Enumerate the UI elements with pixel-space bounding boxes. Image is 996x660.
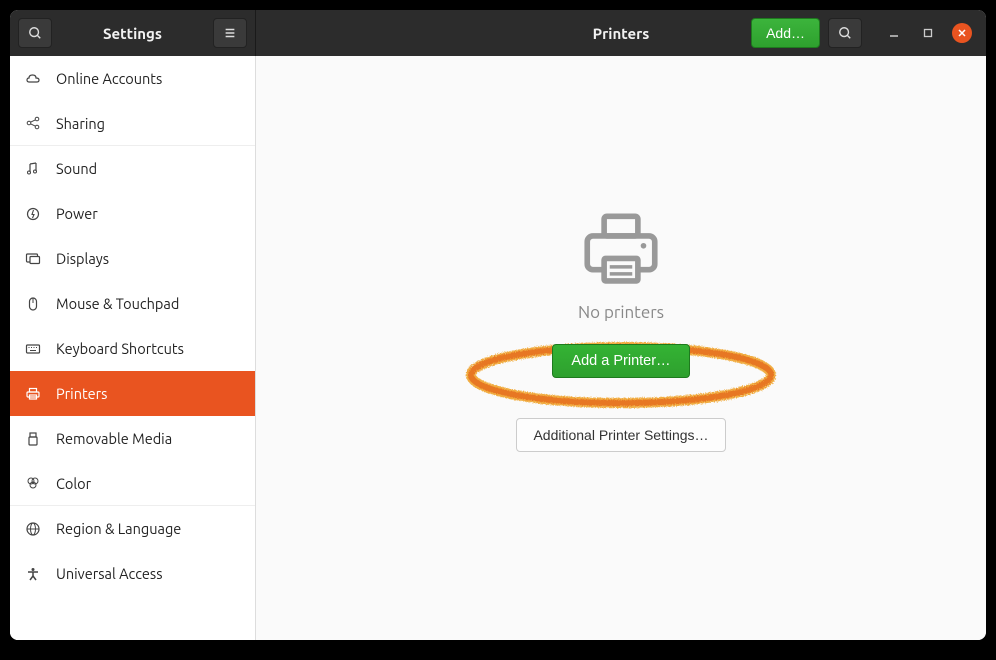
sidebar-item-color[interactable]: Color [10,461,255,506]
sidebar-item-label: Sharing [56,115,105,132]
sidebar-item-power[interactable]: Power [10,191,255,236]
empty-state: No printers Add a Printer… Additional Pr… [516,205,725,452]
sidebar-item-label: Sound [56,160,97,177]
printer-icon [24,385,42,403]
sidebar-item-label: Removable Media [56,430,172,447]
sidebar-item-label: Power [56,205,98,222]
hamburger-menu-button[interactable] [213,18,247,48]
window-body: Online Accounts Sharing Sound Power Disp… [10,56,986,640]
additional-settings-label: Additional Printer Settings… [533,427,708,443]
add-printer-button[interactable]: Add a Printer… [552,344,689,378]
cloud-icon [24,70,42,88]
sidebar-search-button[interactable] [18,18,52,48]
minimize-icon [889,28,899,38]
settings-window: Settings Printers Add… [10,10,986,640]
sidebar-item-online-accounts[interactable]: Online Accounts [10,56,255,101]
sidebar-item-sharing[interactable]: Sharing [10,101,255,146]
minimize-button[interactable] [884,23,904,43]
titlebar: Settings Printers Add… [10,10,986,56]
sidebar-item-keyboard[interactable]: Keyboard Shortcuts [10,326,255,371]
accessibility-icon [24,565,42,583]
sidebar-item-displays[interactable]: Displays [10,236,255,281]
sidebar-item-label: Displays [56,250,109,267]
search-icon [28,26,42,40]
sidebar-item-label: Universal Access [56,565,163,582]
sidebar-item-universal-access[interactable]: Universal Access [10,551,255,596]
usb-icon [24,430,42,448]
titlebar-left: Settings [10,10,256,56]
header-search-button[interactable] [828,18,862,48]
sidebar-item-label: Region & Language [56,520,181,537]
header-add-label: Add… [766,25,805,41]
sidebar-item-removable-media[interactable]: Removable Media [10,416,255,461]
power-icon [24,205,42,223]
sidebar-item-label: Mouse & Touchpad [56,295,179,312]
globe-icon [24,520,42,538]
sidebar-item-region[interactable]: Region & Language [10,506,255,551]
sidebar-title: Settings [56,25,209,42]
search-icon [838,26,852,40]
sidebar-item-label: Keyboard Shortcuts [56,340,184,357]
maximize-icon [923,28,933,38]
empty-state-text: No printers [578,303,664,322]
additional-printer-settings-button[interactable]: Additional Printer Settings… [516,418,725,452]
sidebar: Online Accounts Sharing Sound Power Disp… [10,56,256,640]
mouse-icon [24,295,42,313]
main-content: No printers Add a Printer… Additional Pr… [256,56,986,640]
printer-illustration-icon [576,205,666,299]
sidebar-item-label: Online Accounts [56,70,162,87]
displays-icon [24,250,42,268]
sidebar-item-label: Printers [56,385,107,402]
titlebar-right: Printers Add… [256,10,986,56]
sidebar-item-label: Color [56,475,91,492]
header-add-button[interactable]: Add… [751,18,820,48]
add-printer-label: Add a Printer… [571,353,670,369]
sidebar-item-printers[interactable]: Printers [10,371,255,416]
sidebar-item-mouse[interactable]: Mouse & Touchpad [10,281,255,326]
keyboard-icon [24,340,42,358]
color-icon [24,474,42,492]
close-icon [957,28,967,38]
music-icon [24,160,42,178]
window-controls [866,23,986,43]
share-icon [24,114,42,132]
maximize-button[interactable] [918,23,938,43]
close-button[interactable] [952,23,972,43]
hamburger-icon [223,26,237,40]
sidebar-item-sound[interactable]: Sound [10,146,255,191]
